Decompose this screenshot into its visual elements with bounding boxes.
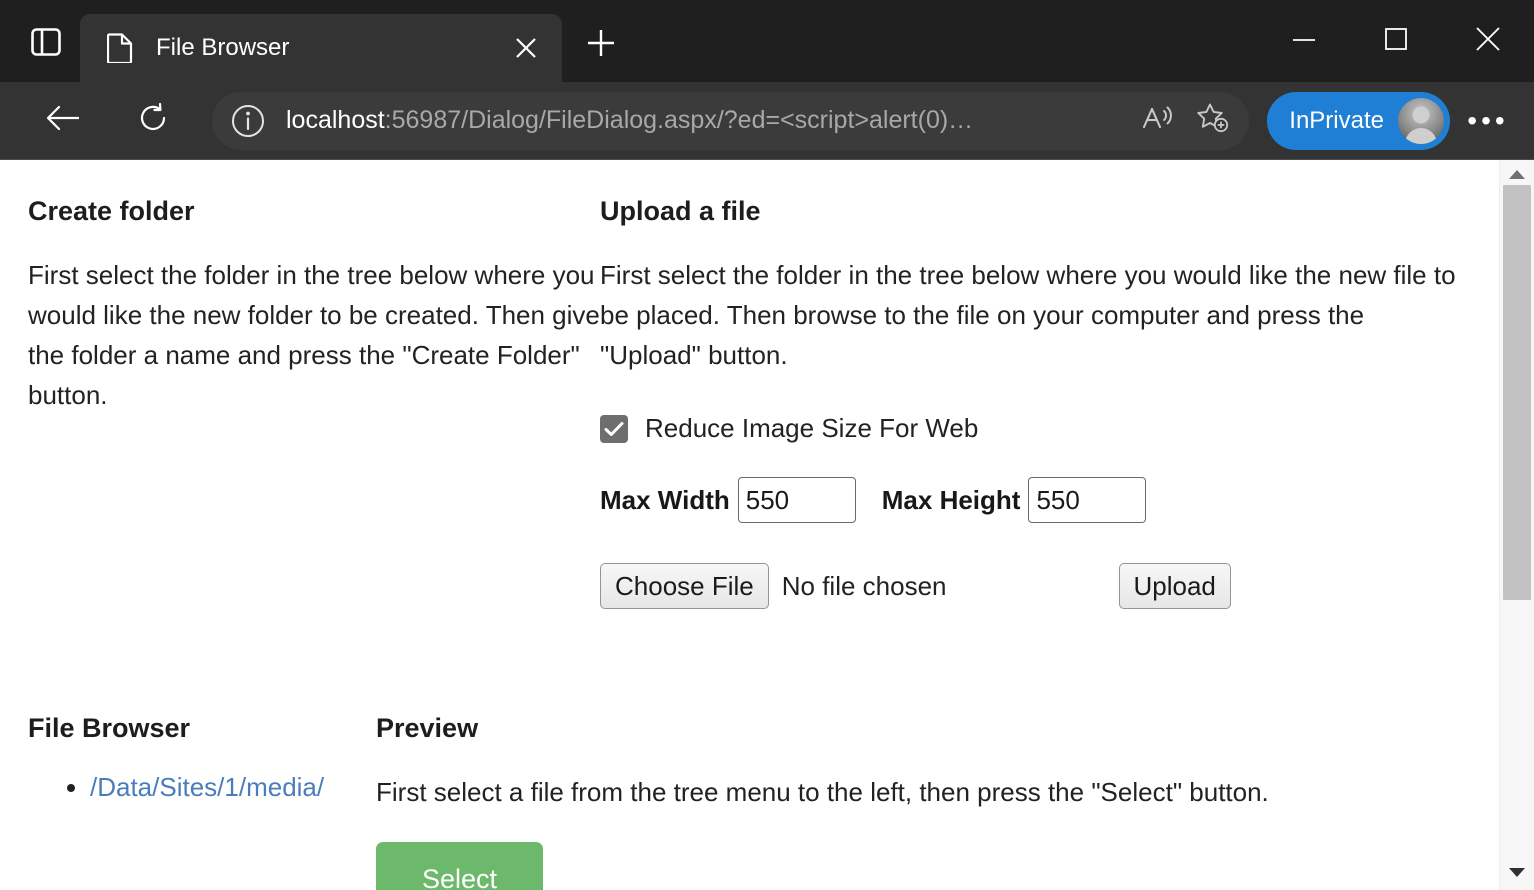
select-button[interactable]: Select bbox=[376, 842, 544, 890]
address-bar-text: localhost:56987/Dialog/FileDialog.aspx/?… bbox=[286, 106, 1127, 135]
file-upload-row: Choose File No file chosen Upload bbox=[600, 563, 1469, 609]
tree-node-media-folder[interactable]: /Data/Sites/1/media/ bbox=[90, 772, 324, 802]
preview-description: First select a file from the tree menu t… bbox=[376, 777, 1269, 807]
file-browser-heading: File Browser bbox=[28, 713, 191, 743]
person-avatar-icon bbox=[1398, 97, 1444, 144]
info-icon[interactable] bbox=[224, 97, 272, 145]
tab-search-icon bbox=[31, 27, 61, 61]
back-arrow-icon bbox=[45, 104, 81, 137]
create-folder-description: First select the folder in the tree belo… bbox=[28, 260, 600, 410]
scroll-up-arrow-icon bbox=[1508, 167, 1526, 185]
max-height-input[interactable] bbox=[1028, 477, 1147, 523]
checkmark-icon bbox=[604, 421, 624, 436]
close-icon bbox=[1475, 26, 1501, 57]
reduce-image-size-row: Reduce Image Size For Web bbox=[600, 413, 1469, 444]
scrollbar-thumb[interactable] bbox=[1503, 185, 1531, 600]
tab-search-button[interactable] bbox=[18, 16, 74, 72]
upload-heading: Upload a file bbox=[600, 196, 761, 226]
preview-section: Preview First select a file from the tre… bbox=[376, 713, 1499, 890]
tab-file-browser[interactable]: File Browser bbox=[80, 14, 562, 82]
read-aloud-icon bbox=[1141, 103, 1173, 138]
minimize-button[interactable] bbox=[1258, 0, 1350, 82]
add-favorite-star-icon bbox=[1196, 102, 1230, 139]
address-bar[interactable]: localhost:56987/Dialog/FileDialog.aspx/?… bbox=[212, 91, 1250, 150]
maximize-icon bbox=[1385, 27, 1407, 55]
address-path: :56987/Dialog/FileDialog.aspx/?ed=<scrip… bbox=[384, 106, 974, 134]
create-folder-section: Create folder First select the folder in… bbox=[0, 196, 600, 415]
window-close-button[interactable] bbox=[1442, 0, 1534, 82]
tab-strip: File Browser bbox=[0, 0, 1534, 82]
no-file-chosen-label: No file chosen bbox=[781, 570, 947, 601]
browser-window: File Browser localhost:56987/Dialog/File… bbox=[0, 0, 1534, 890]
plus-icon bbox=[586, 28, 616, 63]
document-icon bbox=[106, 33, 134, 63]
reduce-image-size-checkbox[interactable] bbox=[600, 414, 628, 443]
browser-more-menu-button[interactable]: ••• bbox=[1460, 93, 1516, 149]
list-item[interactable]: /Data/Sites/1/media/ bbox=[90, 772, 376, 803]
scroll-down-arrow-icon bbox=[1508, 865, 1526, 883]
reload-button[interactable] bbox=[124, 92, 182, 150]
read-aloud-button[interactable] bbox=[1131, 95, 1183, 147]
upload-file-section: Upload a file First select the folder in… bbox=[600, 196, 1499, 609]
maximize-button[interactable] bbox=[1350, 0, 1442, 82]
max-width-input[interactable] bbox=[737, 477, 856, 523]
choose-file-button[interactable]: Choose File bbox=[600, 563, 769, 609]
add-favorite-button[interactable] bbox=[1187, 95, 1239, 147]
upload-button[interactable]: Upload bbox=[1118, 563, 1231, 609]
page-scrollbar[interactable] bbox=[1499, 160, 1534, 890]
tab-close-button[interactable] bbox=[504, 26, 548, 70]
preview-heading: Preview bbox=[376, 713, 479, 743]
inprivate-profile-button[interactable]: InPrivate bbox=[1267, 91, 1450, 150]
scroll-down-button[interactable] bbox=[1500, 858, 1534, 890]
page-document: Create folder First select the folder in… bbox=[0, 160, 1499, 890]
minimize-icon bbox=[1292, 32, 1316, 50]
navigation-toolbar: localhost:56987/Dialog/FileDialog.aspx/?… bbox=[0, 82, 1534, 160]
bottom-columns: File Browser /Data/Sites/1/media/ Previe… bbox=[0, 713, 1499, 890]
page-viewport: Create folder First select the folder in… bbox=[0, 160, 1534, 890]
max-height-label: Max Height bbox=[881, 484, 1021, 515]
page-content: Create folder First select the folder in… bbox=[0, 160, 1499, 890]
reduce-image-size-label: Reduce Image Size For Web bbox=[645, 413, 979, 443]
top-columns: Create folder First select the folder in… bbox=[0, 196, 1499, 609]
max-width-label: Max Width bbox=[600, 484, 730, 515]
tab-title: File Browser bbox=[156, 34, 290, 61]
reload-icon bbox=[137, 102, 169, 139]
inprivate-label: InPrivate bbox=[1289, 106, 1384, 134]
address-host: localhost bbox=[286, 106, 385, 134]
new-tab-button[interactable] bbox=[574, 18, 628, 72]
back-button[interactable] bbox=[34, 92, 92, 150]
upload-description: First select the folder in the tree belo… bbox=[600, 260, 1456, 370]
file-browser-section: File Browser /Data/Sites/1/media/ bbox=[0, 713, 376, 803]
file-browser-tree: /Data/Sites/1/media/ bbox=[28, 772, 376, 803]
dimensions-row: Max Width Max Height bbox=[600, 477, 1469, 523]
window-controls bbox=[1258, 0, 1534, 82]
create-folder-heading: Create folder bbox=[28, 196, 195, 226]
